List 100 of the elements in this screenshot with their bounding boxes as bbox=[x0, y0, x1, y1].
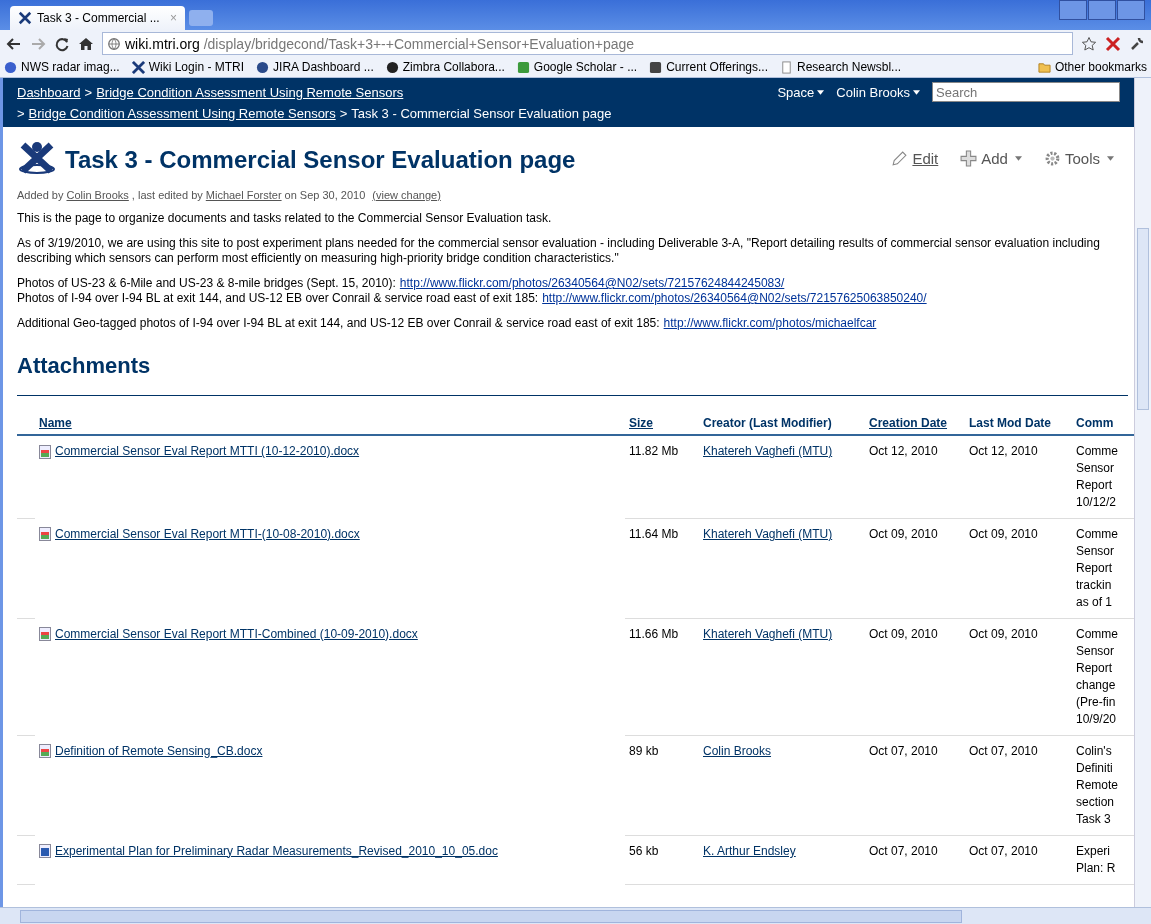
comment-text: section bbox=[1076, 794, 1116, 811]
creator-link[interactable]: Khatereh Vaghefi (MTU) bbox=[703, 627, 833, 641]
byline-text: , last edited by bbox=[131, 189, 203, 201]
table-cell: Oct 12, 2010 bbox=[865, 435, 965, 519]
comment-text: Report bbox=[1076, 560, 1114, 577]
wrench-icon[interactable] bbox=[1129, 35, 1145, 52]
table-cell: Oct 07, 2010 bbox=[965, 735, 1072, 836]
table-cell: 11.82 Mb bbox=[625, 435, 699, 519]
breadcrumb-separator: > bbox=[339, 105, 348, 121]
photo-link[interactable]: http://www.flickr.com/photos/michaelfcar bbox=[663, 316, 877, 331]
logo-icon bbox=[17, 141, 57, 175]
file-link[interactable]: Commercial Sensor Eval Report MTTI (10-12-2010).docx bbox=[55, 443, 360, 460]
editor-link[interactable]: Michael Forster bbox=[205, 189, 282, 201]
logo-icon bbox=[18, 11, 32, 25]
gear-icon bbox=[1043, 149, 1061, 167]
column-header: Creator (Last Modifier) bbox=[699, 414, 865, 435]
breadcrumb-separator: > bbox=[84, 84, 93, 100]
bookmark-icon bbox=[131, 60, 145, 74]
back-icon[interactable] bbox=[6, 35, 22, 52]
photo-link[interactable]: http://www.flickr.com/photos/26340564@N02/sets/72157625063850240/ bbox=[542, 291, 927, 306]
column-header[interactable]: Creation Date bbox=[865, 414, 965, 435]
plus-icon bbox=[960, 149, 978, 167]
file-link[interactable]: Definition of Remote Sensing_CB.docx bbox=[55, 742, 263, 760]
bookmark-item[interactable]: NWS radar imag... bbox=[4, 60, 120, 74]
comment-text: 10/9/20 bbox=[1076, 711, 1118, 728]
bookmark-item[interactable]: JIRA Dashboard ... bbox=[256, 60, 374, 74]
address-bar[interactable]: wiki.mtri.org /display/bridgecond/Task+3+-+Commercial+Sensor+Evaluation+page bbox=[102, 32, 1073, 55]
file-icon bbox=[39, 744, 51, 758]
edit-button[interactable]: Edit bbox=[891, 149, 939, 167]
photo-description: Additional Geo-tagged photos of I-94 over I-94 BL at exit 144, and US-12 EB over Conrail & service road east of exit 185: bbox=[17, 316, 660, 331]
byline-text: Added by bbox=[17, 189, 64, 201]
table-cell: Oct 07, 2010 bbox=[865, 835, 965, 885]
bookmark-item[interactable]: Google Scholar - ... bbox=[516, 60, 638, 74]
comment-text: Comme bbox=[1076, 443, 1119, 460]
breadcrumb-current: Task 3 - Commercial Sensor Evaluation page bbox=[351, 105, 612, 121]
bookmark-item[interactable]: Zimbra Collabora... bbox=[385, 60, 505, 74]
column-header[interactable]: Name bbox=[35, 414, 625, 435]
caret-icon bbox=[1014, 155, 1022, 161]
table-cell: Oct 07, 2010 bbox=[965, 835, 1072, 885]
bookmark-item[interactable]: Wiki Login - MTRI bbox=[131, 60, 245, 74]
extension-icon[interactable] bbox=[1105, 35, 1121, 52]
breadcrumb-link[interactable]: Dashboard bbox=[17, 84, 81, 100]
comment-text: Comme bbox=[1076, 626, 1119, 643]
bookmark-item[interactable]: Research Newsbl... bbox=[780, 60, 902, 74]
breadcrumb-link[interactable]: Bridge Condition Assessment Using Remote Sensors bbox=[28, 105, 336, 121]
intro-text: This is the page to organize documents and tasks related to the Commercial Sensor Evaluation task. bbox=[17, 211, 553, 226]
view-change-link[interactable]: (view change) bbox=[372, 189, 441, 201]
file-icon bbox=[39, 444, 51, 459]
comment-text: (Pre-fin bbox=[1076, 694, 1117, 711]
section-heading: Attachments bbox=[17, 353, 1128, 396]
reload-icon[interactable] bbox=[54, 35, 70, 52]
bookmark-icon bbox=[649, 60, 663, 74]
forward-icon[interactable] bbox=[30, 35, 46, 52]
home-icon[interactable] bbox=[78, 35, 94, 52]
file-icon bbox=[39, 844, 51, 858]
tools-menu[interactable]: Tools bbox=[1043, 149, 1114, 167]
author-link[interactable]: Colin Brooks bbox=[66, 189, 129, 201]
browser-tab[interactable]: Task 3 - Commercial ... × bbox=[10, 6, 185, 30]
comment-text: Sensor bbox=[1076, 460, 1116, 477]
comment-text: Colin's bbox=[1076, 743, 1113, 760]
photo-link[interactable]: http://www.flickr.com/photos/26340564@N02/sets/72157624844245083/ bbox=[399, 276, 785, 291]
page-title: Task 3 - Commercial Sensor Evaluation page bbox=[65, 146, 576, 174]
file-link[interactable]: Experimental Plan for Preliminary Radar Measurements_Revised_2010_10_05.doc bbox=[55, 842, 498, 860]
comment-text: Plan: R bbox=[1076, 860, 1117, 877]
dropdown-menu[interactable]: Colin Brooks bbox=[836, 84, 920, 100]
file-link[interactable]: Commercial Sensor Eval Report MTTI-Combined (10-09-2010).docx bbox=[55, 625, 418, 643]
vertical-scrollbar[interactable] bbox=[1134, 78, 1151, 907]
column-header[interactable]: Size bbox=[625, 414, 699, 435]
creator-link[interactable]: K. Arthur Endsley bbox=[703, 844, 796, 858]
horizontal-scrollbar[interactable] bbox=[0, 907, 1151, 924]
table-cell: Oct 09, 2010 bbox=[865, 618, 965, 736]
creator-link[interactable]: Khatereh Vaghefi (MTU) bbox=[703, 444, 833, 458]
other-bookmarks-folder[interactable]: Other bookmarks bbox=[1037, 60, 1147, 74]
table-cell: 56 kb bbox=[625, 835, 699, 885]
photo-description: Photos of US-23 & 6-Mile and US-23 & 8-mile bridges (Sept. 15, 2010): bbox=[17, 276, 396, 291]
photo-description: Photos of I-94 over I-94 BL at exit 144, and US-12 EB over Conrail & service road east of exit 185: bbox=[17, 291, 539, 306]
folder-icon bbox=[1037, 60, 1051, 74]
comment-text: change bbox=[1076, 677, 1117, 694]
table-cell: 11.66 Mb bbox=[625, 618, 699, 736]
comment-text: as of 1 bbox=[1076, 594, 1114, 611]
column-header: Last Mod Date bbox=[965, 414, 1072, 435]
breadcrumb-link[interactable]: Bridge Condition Assessment Using Remote Sensors bbox=[96, 84, 404, 100]
search-field[interactable]: Search bbox=[932, 82, 1120, 102]
bookmark-icon bbox=[256, 60, 270, 74]
file-icon bbox=[39, 527, 51, 541]
comment-text: 10/12/2 bbox=[1076, 494, 1118, 511]
creator-link[interactable]: Khatereh Vaghefi (MTU) bbox=[703, 527, 833, 541]
globe-icon bbox=[107, 36, 121, 51]
comment-text: Report bbox=[1076, 660, 1114, 677]
star-icon[interactable] bbox=[1081, 35, 1097, 52]
dropdown-menu[interactable]: Space bbox=[777, 84, 825, 100]
file-icon bbox=[39, 627, 51, 641]
bookmark-item[interactable]: Current Offerings... bbox=[649, 60, 769, 74]
comment-text: Sensor bbox=[1076, 643, 1116, 660]
file-link[interactable]: Commercial Sensor Eval Report MTTI-(10-08-2010).docx bbox=[55, 525, 360, 543]
add-menu[interactable]: Add bbox=[960, 149, 1022, 167]
comment-text: trackin bbox=[1076, 577, 1113, 594]
table-cell: Oct 07, 2010 bbox=[865, 735, 965, 836]
creator-link[interactable]: Colin Brooks bbox=[703, 744, 772, 758]
caret-icon bbox=[913, 89, 920, 95]
